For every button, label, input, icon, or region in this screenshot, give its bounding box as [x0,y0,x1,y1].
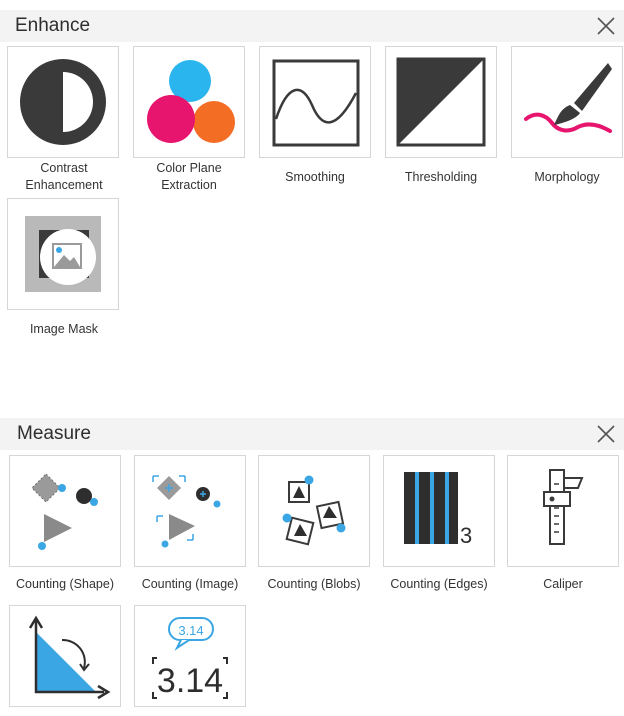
image-mask-icon [25,216,101,292]
tool-label: Counting (Blobs) [267,577,361,591]
tool-counting-shape[interactable] [9,455,121,567]
tool-label: Thresholding [404,170,478,184]
close-icon [597,425,615,443]
tool-counting-image[interactable] [134,455,246,567]
close-icon [597,17,615,35]
enhance-panel: Enhance Contrast Enhancement Color Plane… [0,10,624,350]
contrast-icon [20,59,106,145]
tool-counting-edges[interactable]: 3 [383,455,495,567]
enhance-header: Enhance [0,10,624,42]
tool-label: Counting (Image) [141,577,239,591]
tool-color-plane-extraction[interactable] [133,46,245,158]
counting-blobs-icon [282,475,346,546]
tool-label: Caliper [543,577,583,591]
counting-image-icon [152,475,221,548]
angle-icon [28,615,111,700]
tool-label: Counting (Edges) [390,577,488,591]
tool-label: Image Mask [29,322,99,336]
smoothing-icon [272,59,360,147]
numeric-readout-icon: 3.14 3.14 [152,617,228,700]
counting-edges-icon: 3 [404,472,472,548]
tool-numeric-readout[interactable]: 3.14 3.14 [134,605,246,707]
tool-contrast-enhancement[interactable] [7,46,119,158]
paintbrush-icon [524,63,612,133]
tool-thresholding[interactable] [385,46,497,158]
edge-count-text: 3 [460,523,472,548]
tool-label: Smoothing [285,170,345,184]
tool-smoothing[interactable] [259,46,371,158]
tool-morphology[interactable] [511,46,623,158]
measure-close-button[interactable] [594,422,618,446]
measure-header: Measure [0,418,624,450]
readout-text: 3.14 [157,662,223,700]
measure-panel: Measure Counting (Shape) Counting (Image… [0,418,624,707]
enhance-title: Enhance [15,15,91,36]
measure-title: Measure [17,423,91,444]
tool-label: Counting (Shape) [16,577,114,591]
tool-label: Contrast Enhancement [25,161,103,192]
color-plane-icon [147,60,235,143]
enhance-close-button[interactable] [594,14,618,38]
tool-image-mask[interactable] [7,198,119,310]
tool-counting-blobs[interactable] [258,455,370,567]
tool-label: Color Plane Extraction [156,161,222,192]
tool-angle[interactable] [9,605,121,707]
thresholding-icon [396,57,486,147]
bubble-text: 3.14 [178,623,203,638]
tool-label: Morphology [534,170,600,184]
tool-caliper[interactable] [507,455,619,567]
counting-shape-icon [31,473,98,550]
caliper-icon [543,469,584,545]
